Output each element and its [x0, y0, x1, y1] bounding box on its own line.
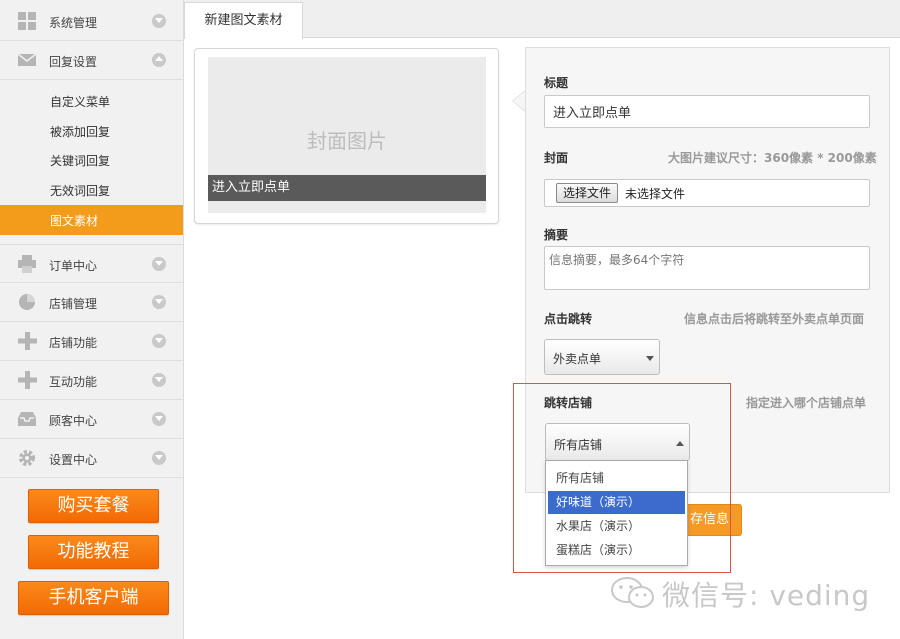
nav-item-system[interactable]: 系统管理 — [0, 2, 183, 41]
nav-item-store-features[interactable]: 店铺功能 — [0, 322, 183, 361]
panel-pointer-arrow — [512, 90, 525, 112]
nav-label: 店铺功能 — [49, 336, 98, 350]
summary-textarea[interactable] — [544, 246, 870, 290]
annotation-highlight-box — [513, 383, 731, 573]
chevron-down-icon — [152, 451, 166, 465]
cover-image-placeholder: 封面图片 进入立即点单 — [208, 57, 486, 213]
chevron-down-icon — [152, 257, 166, 271]
chevron-down-icon — [152, 334, 166, 348]
nav-item-store-manage[interactable]: 店铺管理 — [0, 283, 183, 322]
caret-down-icon — [646, 356, 654, 361]
gear-icon — [19, 450, 35, 466]
nav-item-reply[interactable]: 回复设置 — [0, 41, 183, 80]
envelope-icon — [17, 53, 37, 66]
plus-icon — [18, 332, 37, 350]
nav-label: 回复设置 — [49, 55, 98, 69]
jump-target-value: 外卖点单 — [553, 352, 602, 366]
chevron-down-icon — [152, 14, 166, 28]
nav-label: 互动功能 — [49, 375, 98, 389]
summary-label: 摘要 — [544, 228, 569, 242]
nav-label: 顾客中心 — [49, 414, 98, 428]
buy-package-button[interactable]: 购买套餐 — [28, 489, 159, 523]
inbox-icon — [18, 412, 36, 426]
cover-size-hint: 大图片建议尺寸：360像素 * 200像素 — [668, 151, 877, 165]
store-hint: 指定进入哪个店铺点单 — [746, 396, 867, 410]
cover-placeholder-text: 封面图片 — [307, 129, 387, 153]
tutorial-button[interactable]: 功能教程 — [28, 535, 159, 569]
file-status: 未选择文件 — [625, 187, 686, 201]
mobile-client-button[interactable]: 手机客户端 — [18, 581, 169, 615]
sub-item-news-material[interactable]: 图文素材 — [0, 205, 183, 235]
chevron-up-icon — [152, 53, 166, 67]
grid-icon — [18, 12, 36, 30]
wechat-icon — [611, 577, 654, 608]
sub-item-label: 无效词回复 — [50, 184, 111, 198]
chevron-down-icon — [152, 412, 166, 426]
nav-label: 订单中心 — [49, 259, 98, 273]
sub-item-label: 图文素材 — [50, 214, 99, 228]
title-input[interactable] — [544, 95, 870, 128]
news-preview-card: 封面图片 进入立即点单 — [194, 48, 499, 224]
cover-caption: 进入立即点单 — [208, 175, 486, 201]
pie-chart-icon — [19, 294, 35, 310]
chevron-down-icon — [152, 295, 166, 309]
jump-hint: 信息点击后将跳转至外卖点单页面 — [684, 312, 865, 326]
cover-file-input: 选择文件 未选择文件 — [544, 179, 870, 207]
sidebar: 系统管理 回复设置 自定义菜单 被添加回复 关键词回复 无效词回复 图文素材 订… — [0, 0, 184, 639]
nav-item-orders[interactable]: 订单中心 — [0, 244, 183, 283]
title-label: 标题 — [544, 76, 569, 90]
cover-label: 封面 — [544, 151, 569, 165]
plus-icon — [18, 371, 37, 389]
nav-item-interactive[interactable]: 互动功能 — [0, 361, 183, 400]
sub-item-label: 自定义菜单 — [50, 95, 111, 109]
chevron-down-icon — [152, 373, 166, 387]
nav-label: 系统管理 — [49, 16, 98, 30]
tab-new-news-material[interactable]: 新建图文素材 — [184, 2, 303, 39]
sub-item-label: 被添加回复 — [50, 125, 111, 139]
wechat-watermark: 微信号: veding — [610, 572, 880, 616]
sub-item-keyword-reply[interactable]: 关键词回复 — [0, 145, 183, 175]
nav-label: 设置中心 — [49, 453, 98, 467]
sub-item-invalid-reply[interactable]: 无效词回复 — [0, 175, 183, 205]
jump-target-select[interactable]: 外卖点单 — [544, 339, 660, 375]
nav-label: 店铺管理 — [49, 297, 98, 311]
sub-item-label: 关键词回复 — [50, 154, 111, 168]
printer-icon — [18, 255, 36, 273]
nav-item-settings[interactable]: 设置中心 — [0, 439, 183, 478]
sub-item-custom-menu[interactable]: 自定义菜单 — [0, 86, 183, 116]
jump-label: 点击跳转 — [544, 312, 593, 326]
nav-item-customers[interactable]: 顾客中心 — [0, 400, 183, 439]
tab-bar: 新建图文素材 — [184, 0, 900, 39]
watermark-text: 微信号: veding — [662, 579, 871, 612]
sub-item-follow-reply[interactable]: 被添加回复 — [0, 116, 183, 146]
choose-file-button[interactable]: 选择文件 — [556, 183, 619, 203]
